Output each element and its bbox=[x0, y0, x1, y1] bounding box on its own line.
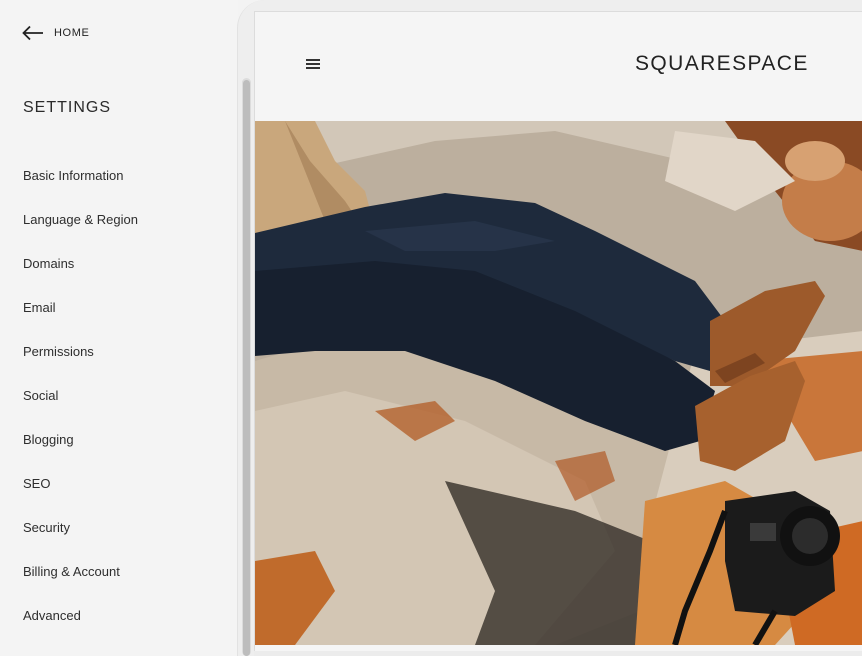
settings-sidebar: HOME SETTINGS Basic Information Language… bbox=[0, 0, 238, 656]
home-link[interactable]: HOME bbox=[22, 22, 89, 44]
sidebar-item-advanced[interactable]: Advanced bbox=[23, 594, 138, 638]
page-title: SETTINGS bbox=[23, 99, 112, 116]
sidebar-item-permissions[interactable]: Permissions bbox=[23, 330, 138, 374]
sidebar-item-language-region[interactable]: Language & Region bbox=[23, 198, 138, 242]
sidebar-item-blogging[interactable]: Blogging bbox=[23, 418, 138, 462]
menu-icon[interactable] bbox=[306, 59, 320, 71]
settings-nav: Basic Information Language & Region Doma… bbox=[23, 154, 138, 638]
home-label: HOME bbox=[54, 27, 90, 39]
sidebar-item-social[interactable]: Social bbox=[23, 374, 138, 418]
sidebar-item-security[interactable]: Security bbox=[23, 506, 138, 550]
site-header: SQUARESPACE bbox=[255, 12, 862, 121]
sidebar-item-seo[interactable]: SEO bbox=[23, 462, 138, 506]
sidebar-item-billing-account[interactable]: Billing & Account bbox=[23, 550, 138, 594]
sidebar-item-basic-information[interactable]: Basic Information bbox=[23, 154, 138, 198]
hero-photo bbox=[255, 121, 862, 645]
arrow-left-icon bbox=[22, 25, 43, 41]
scrollbar-thumb[interactable] bbox=[243, 80, 250, 656]
site-title[interactable]: SQUARESPACE bbox=[635, 52, 809, 76]
sidebar-item-email[interactable]: Email bbox=[23, 286, 138, 330]
hero-image bbox=[255, 121, 862, 645]
site-preview-frame: SQUARESPACE bbox=[254, 11, 862, 652]
preview-bottom-edge bbox=[254, 651, 862, 656]
sidebar-item-domains[interactable]: Domains bbox=[23, 242, 138, 286]
